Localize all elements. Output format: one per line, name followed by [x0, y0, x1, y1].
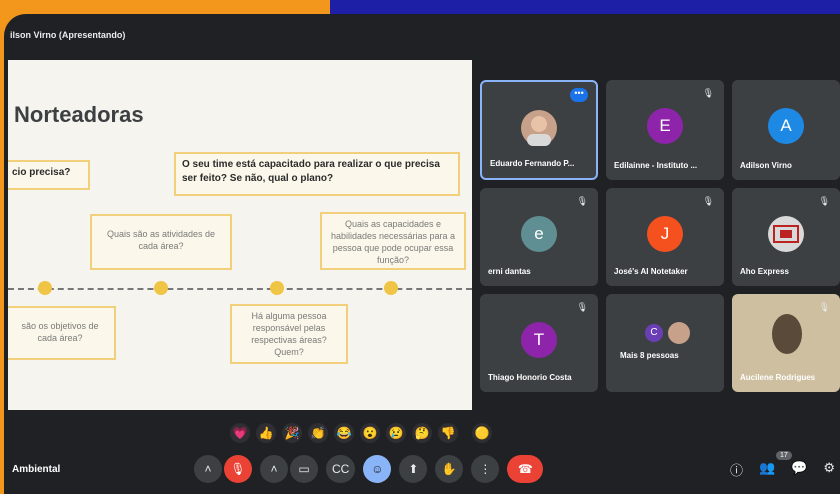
reactions-bar: 💗 👍 🎉 👏 😂 😮 😢 🤔 👎 🟡 — [230, 420, 492, 446]
mic-off-icon: 🎙 — [818, 302, 830, 312]
call-controls: ˄ 🎙 ˄ ▭ CC ☺ ⬆ ✋ ⋮ ☎ — [194, 454, 544, 484]
slide-question-atividades: Quais são as atividades de cada área? — [90, 214, 232, 270]
participant-tile-thiago[interactable]: 🎙 T Thiago Honorio Costa — [480, 294, 598, 392]
participant-tile-erni[interactable]: 🎙 e erni dantas — [480, 188, 598, 286]
participant-avatar: J — [647, 216, 683, 252]
mic-off-icon: 🎙 — [576, 196, 588, 206]
skin-tone-icon[interactable]: 🟡 — [472, 423, 492, 443]
timeline-dot-2 — [154, 281, 168, 295]
slide-question-main: O seu time está capacitado para realizar… — [174, 152, 460, 196]
participant-avatar: e — [521, 216, 557, 252]
camera-options-icon[interactable]: ˄ — [260, 455, 288, 483]
clap-reaction-icon[interactable]: 👏 — [308, 423, 328, 443]
slide-question-pessoa: Há alguma pessoa responsável pelas respe… — [230, 304, 348, 364]
slide-question-capacidades: Quais as capacidades e habilidades neces… — [320, 212, 466, 270]
participant-video — [772, 314, 802, 354]
surprised-reaction-icon[interactable]: 😮 — [360, 423, 380, 443]
participant-name: Aho Express — [740, 267, 789, 276]
participant-tile-eduardo[interactable]: ••• Eduardo Fernando P... — [480, 80, 598, 180]
timeline-line — [8, 288, 472, 290]
participant-name: erni dantas — [488, 267, 531, 276]
mic-options-icon[interactable]: ˄ — [194, 455, 222, 483]
thumbs-down-reaction-icon[interactable]: 👎 — [438, 423, 458, 443]
timeline-dot-3 — [270, 281, 284, 295]
people-icon[interactable]: 👥 — [759, 460, 775, 479]
participant-tile-more-people[interactable]: C Mais 8 pessoas — [606, 294, 724, 392]
presenter-label: ilson Virno (Apresentando) — [10, 30, 126, 40]
sad-reaction-icon[interactable]: 😢 — [386, 423, 406, 443]
participant-avatar: E — [647, 108, 683, 144]
company-logo — [768, 216, 804, 252]
participant-name: Eduardo Fernando P... — [490, 159, 575, 168]
joy-reaction-icon[interactable]: 😂 — [334, 423, 354, 443]
thumbs-up-reaction-icon[interactable]: 👍 — [256, 423, 276, 443]
participant-tile-jose-notetaker[interactable]: 🎙 J José's AI Notetaker — [606, 188, 724, 286]
more-options-button[interactable]: ⋮ — [471, 455, 500, 483]
camera-button[interactable]: ▭ — [290, 455, 318, 483]
people-count-badge: 17 — [776, 451, 792, 460]
participant-name: Adilson Virno — [740, 161, 792, 170]
present-button[interactable]: ⬆ — [399, 455, 428, 483]
mic-off-icon: 🎙 — [818, 196, 830, 206]
participant-name: Aucilene Rodrigues — [740, 373, 816, 382]
participant-name: Thiago Honorio Costa — [488, 373, 572, 382]
timeline-dot-1 — [38, 281, 52, 295]
emoji-button[interactable]: ☺ — [363, 455, 392, 483]
slide-question-partial: cio precisa? — [8, 160, 90, 190]
mic-off-icon: 🎙 — [702, 196, 714, 206]
participant-name: Edilainne - Instituto ... — [614, 161, 698, 170]
more-people-label: Mais 8 pessoas — [620, 351, 679, 360]
participant-avatar: C — [645, 324, 663, 342]
side-controls: ⓘ 👥 💬 ⚙ — [730, 460, 835, 479]
timeline-dot-4 — [384, 281, 398, 295]
chat-icon[interactable]: 💬 — [791, 460, 807, 479]
mic-off-button[interactable]: 🎙 — [224, 455, 252, 483]
activities-icon[interactable]: ⚙ — [823, 460, 835, 479]
more-options-icon[interactable]: ••• — [570, 88, 588, 102]
thinking-reaction-icon[interactable]: 🤔 — [412, 423, 432, 443]
captions-button[interactable]: CC — [326, 455, 356, 483]
participant-tile-adilson[interactable]: A Adilson Virno — [732, 80, 840, 180]
participant-tile-edilainne[interactable]: 🎙 E Edilainne - Instituto ... — [606, 80, 724, 180]
raise-hand-button[interactable]: ✋ — [435, 455, 464, 483]
mic-off-icon: 🎙 — [576, 302, 588, 312]
participant-tile-aho-express[interactable]: 🎙 Aho Express — [732, 188, 840, 286]
slide-title: Norteadoras — [14, 102, 144, 127]
info-icon[interactable]: ⓘ — [730, 460, 743, 479]
participant-avatar: T — [521, 322, 557, 358]
heart-reaction-icon[interactable]: 💗 — [230, 423, 250, 443]
presentation-slide: Norteadoras cio precisa? O seu time está… — [8, 60, 472, 410]
meeting-name: Ambiental — [12, 464, 61, 475]
mic-off-icon: 🎙 — [702, 88, 714, 98]
meet-window: ilson Virno (Apresentando) Norteadoras c… — [4, 14, 840, 494]
participant-avatar: A — [768, 108, 804, 144]
party-reaction-icon[interactable]: 🎉 — [282, 423, 302, 443]
slide-question-objetivos: são os objetivos de cada área? — [8, 306, 116, 360]
participant-photo-small — [668, 322, 690, 344]
participant-photo — [521, 110, 557, 146]
participant-tile-aucilene[interactable]: 🎙 Aucilene Rodrigues — [732, 294, 840, 392]
leave-call-button[interactable]: ☎ — [507, 455, 544, 483]
participant-name: José's AI Notetaker — [614, 267, 688, 276]
